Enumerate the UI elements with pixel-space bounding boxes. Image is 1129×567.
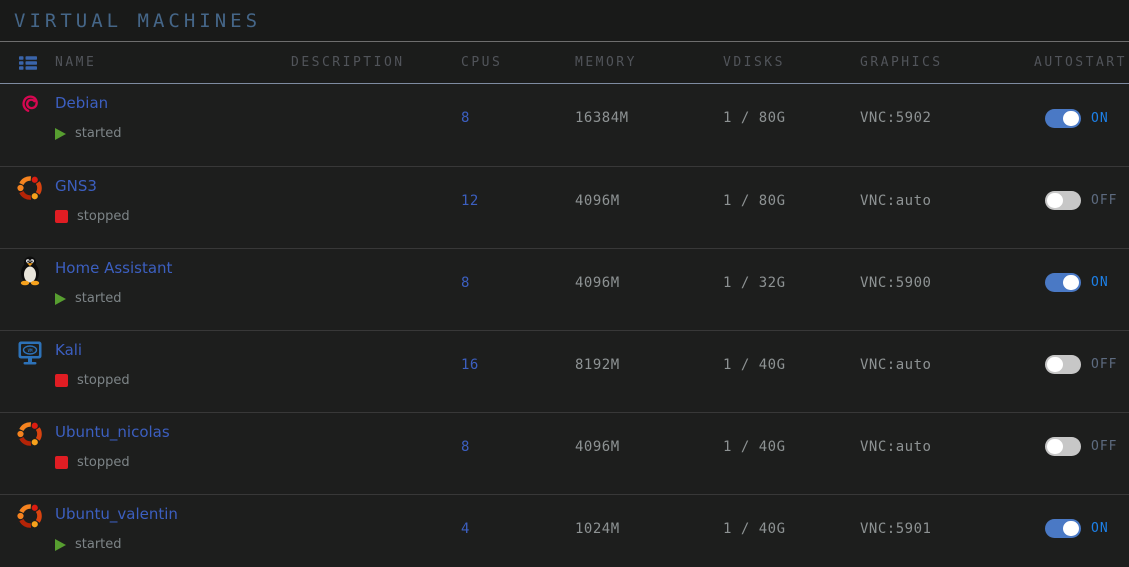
vm-status-label: started xyxy=(75,537,122,552)
table-row: Ubuntu_nicolas stopped 8 4096M 1 / 40G V… xyxy=(0,412,1129,494)
column-header-name: NAME xyxy=(55,55,291,70)
vm-graphics: VNC:auto xyxy=(860,193,1034,209)
vm-name-link[interactable]: Ubuntu_valentin xyxy=(55,505,178,523)
vm-status-icon xyxy=(55,374,68,387)
vm-cpus-link[interactable]: 16 xyxy=(461,357,479,373)
vm-memory: 4096M xyxy=(575,439,723,455)
vm-vdisks: 1 / 40G xyxy=(723,439,860,455)
vm-status-label: stopped xyxy=(77,373,130,388)
vm-table-body: Debian started 8 16384M 1 / 80G VNC:5902… xyxy=(0,84,1129,567)
vm-icon[interactable] xyxy=(14,331,55,368)
autostart-state-label: OFF xyxy=(1091,439,1117,454)
vm-cpus-link[interactable]: 4 xyxy=(461,521,470,537)
autostart-toggle[interactable] xyxy=(1045,519,1081,538)
autostart-toggle[interactable] xyxy=(1045,437,1081,456)
autostart-state-label: OFF xyxy=(1091,357,1117,372)
vm-status-icon xyxy=(55,293,66,305)
vm-graphics: VNC:5902 xyxy=(860,110,1034,126)
vm-graphics: VNC:auto xyxy=(860,439,1034,455)
table-header: NAME DESCRIPTION CPUS MEMORY VDISKS GRAP… xyxy=(0,42,1129,84)
vm-status: stopped xyxy=(55,455,291,470)
vm-status: stopped xyxy=(55,373,291,388)
table-row: Home Assistant started 8 4096M 1 / 32G V… xyxy=(0,248,1129,330)
column-header-vdisks: VDISKS xyxy=(723,55,860,70)
autostart-toggle[interactable] xyxy=(1045,109,1081,128)
table-row: Debian started 8 16384M 1 / 80G VNC:5902… xyxy=(0,84,1129,166)
toggle-knob xyxy=(1047,193,1063,208)
view-list-icon[interactable] xyxy=(14,56,55,70)
vm-cpus-link[interactable]: 12 xyxy=(461,193,479,209)
vm-name-link[interactable]: Home Assistant xyxy=(55,259,172,277)
vm-status-icon xyxy=(55,210,68,223)
vm-name-link[interactable]: GNS3 xyxy=(55,177,97,195)
vm-status-label: stopped xyxy=(77,209,130,224)
vm-memory: 8192M xyxy=(575,357,723,373)
toggle-knob xyxy=(1047,439,1063,454)
column-header-memory: MEMORY xyxy=(575,55,723,70)
vm-status-label: stopped xyxy=(77,455,130,470)
autostart-state-label: ON xyxy=(1091,275,1109,290)
vm-vdisks: 1 / 40G xyxy=(723,357,860,373)
vm-icon[interactable] xyxy=(14,413,55,450)
column-header-description: DESCRIPTION xyxy=(291,55,461,70)
autostart-toggle[interactable] xyxy=(1045,191,1081,210)
vm-icon[interactable] xyxy=(14,84,55,121)
vm-cpus-link[interactable]: 8 xyxy=(461,439,470,455)
vm-memory: 4096M xyxy=(575,275,723,291)
toggle-knob xyxy=(1047,357,1063,372)
vm-name-link[interactable]: Ubuntu_nicolas xyxy=(55,423,170,441)
column-header-graphics: GRAPHICS xyxy=(860,55,1034,70)
autostart-toggle[interactable] xyxy=(1045,273,1081,292)
vm-memory: 16384M xyxy=(575,110,723,126)
toggle-knob xyxy=(1063,275,1079,290)
vm-cpus-link[interactable]: 8 xyxy=(461,275,470,291)
table-row: Ubuntu_valentin started 4 1024M 1 / 40G … xyxy=(0,494,1129,567)
toggle-knob xyxy=(1063,521,1079,536)
vm-graphics: VNC:auto xyxy=(860,357,1034,373)
autostart-state-label: OFF xyxy=(1091,193,1117,208)
vm-icon[interactable] xyxy=(14,167,55,204)
table-row: GNS3 stopped 12 4096M 1 / 80G VNC:auto O… xyxy=(0,166,1129,248)
vm-graphics: VNC:5900 xyxy=(860,275,1034,291)
autostart-state-label: ON xyxy=(1091,521,1109,536)
vm-memory: 4096M xyxy=(575,193,723,209)
vm-status-icon xyxy=(55,456,68,469)
vm-icon[interactable] xyxy=(14,495,55,532)
vm-status-label: started xyxy=(75,291,122,306)
table-row: Kali stopped 16 8192M 1 / 40G VNC:auto O… xyxy=(0,330,1129,412)
vm-status: started xyxy=(55,126,291,141)
vm-vdisks: 1 / 40G xyxy=(723,521,860,537)
column-header-autostart: AUTOSTART xyxy=(1034,55,1129,70)
vm-name-link[interactable]: Kali xyxy=(55,341,82,359)
vm-status: stopped xyxy=(55,209,291,224)
column-header-cpus: CPUS xyxy=(461,55,575,70)
vm-status-icon xyxy=(55,128,66,140)
page-title: VIRTUAL MACHINES xyxy=(0,0,1129,42)
autostart-state-label: ON xyxy=(1091,111,1109,126)
vm-status: started xyxy=(55,537,291,552)
vm-status-label: started xyxy=(75,126,122,141)
vm-graphics: VNC:5901 xyxy=(860,521,1034,537)
vm-status: started xyxy=(55,291,291,306)
vm-memory: 1024M xyxy=(575,521,723,537)
vm-icon[interactable] xyxy=(14,249,55,286)
vm-status-icon xyxy=(55,539,66,551)
vm-vdisks: 1 / 80G xyxy=(723,193,860,209)
vm-name-link[interactable]: Debian xyxy=(55,94,108,112)
vm-vdisks: 1 / 80G xyxy=(723,110,860,126)
vm-vdisks: 1 / 32G xyxy=(723,275,860,291)
toggle-knob xyxy=(1063,111,1079,126)
vm-cpus-link[interactable]: 8 xyxy=(461,110,470,126)
autostart-toggle[interactable] xyxy=(1045,355,1081,374)
